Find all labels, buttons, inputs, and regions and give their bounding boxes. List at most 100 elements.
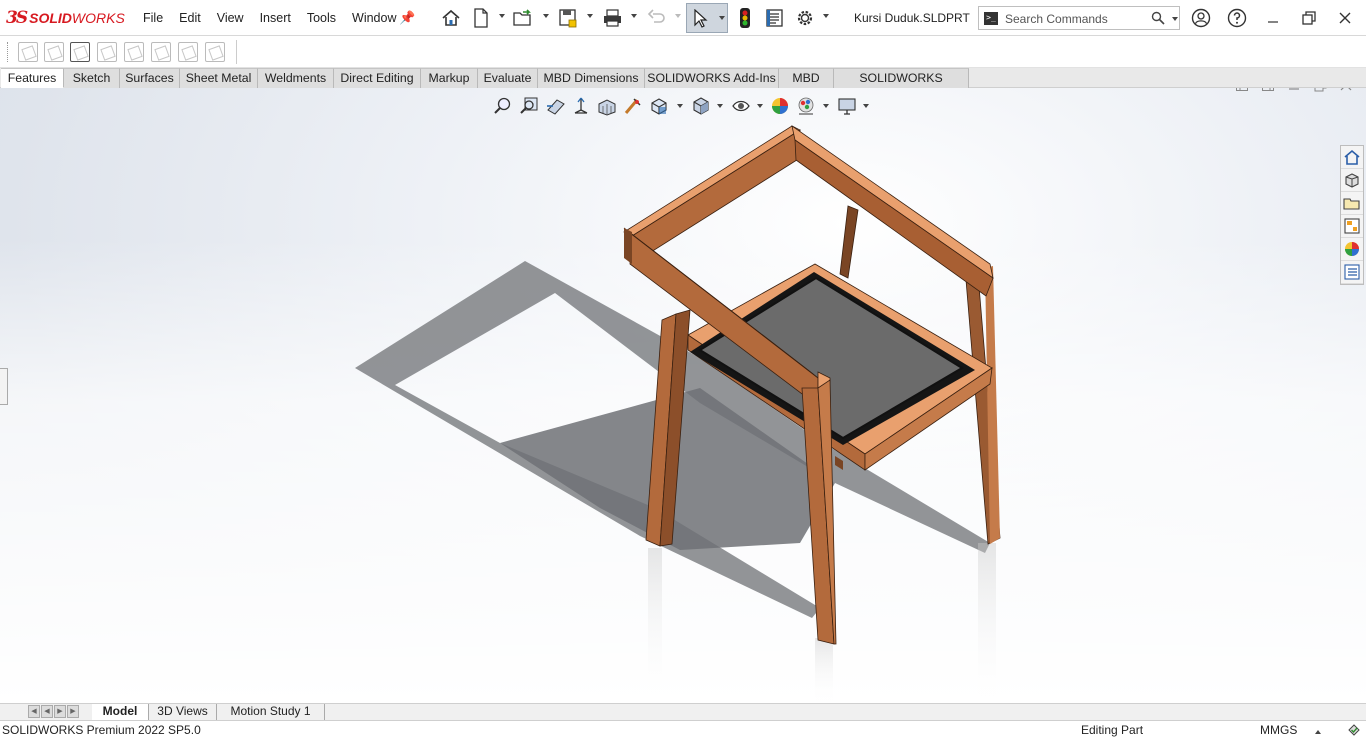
brand-works: WORKS (71, 10, 125, 26)
viewport-close-icon[interactable] (1340, 88, 1352, 94)
display-style-icon[interactable] (691, 96, 711, 116)
options-gear-icon[interactable] (794, 7, 816, 29)
save-dropdown-icon[interactable] (587, 14, 593, 18)
view-orientation-dropdown-icon[interactable] (677, 104, 683, 108)
zoom-to-fit-icon[interactable] (493, 96, 513, 116)
next-tab-icon[interactable]: ▶ (54, 705, 66, 718)
tab-solidworks-visualize[interactable]: SOLIDWORKS Visualize (834, 68, 969, 104)
file-explorer-icon[interactable] (1341, 192, 1363, 215)
section-view-icon[interactable] (571, 96, 591, 116)
balloon-tool-icon[interactable] (44, 42, 64, 62)
home-icon[interactable] (440, 7, 462, 29)
ds-logo-mark: 3S (6, 8, 28, 28)
appearances-scenes-icon[interactable] (1341, 238, 1363, 261)
search-dropdown-icon[interactable] (1172, 17, 1178, 21)
view-orientation-icon[interactable] (649, 96, 669, 116)
weld-symbol-icon[interactable] (97, 42, 117, 62)
new-dropdown-icon[interactable] (499, 14, 505, 18)
user-account-icon[interactable] (1190, 8, 1212, 28)
save-icon[interactable] (557, 7, 579, 29)
scene-dropdown-icon[interactable] (823, 104, 829, 108)
menu-bar: File Edit View Insert Tools Window (135, 11, 405, 25)
view-settings-monitor-icon[interactable] (837, 96, 857, 116)
pin-menu-icon[interactable]: 📌 (399, 10, 415, 26)
zoom-to-area-icon[interactable] (519, 96, 539, 116)
surface-finish-icon[interactable] (151, 42, 171, 62)
minimize-window-icon[interactable] (1262, 8, 1284, 28)
menu-tools[interactable]: Tools (299, 11, 344, 25)
feature-manager-expand-handle[interactable] (0, 368, 8, 405)
tab-motion-study-1[interactable]: Motion Study 1 (217, 704, 325, 720)
previous-tab-icon[interactable]: ◀ (41, 705, 53, 718)
design-library-icon[interactable] (1341, 169, 1363, 192)
hole-callout-icon[interactable] (205, 42, 225, 62)
last-tab-icon[interactable]: ▶ (67, 705, 79, 718)
status-bar-options-icon[interactable] (1346, 722, 1362, 741)
menu-file[interactable]: File (135, 11, 171, 25)
tab-features[interactable]: Features (1, 68, 64, 88)
note-tool-icon[interactable] (18, 42, 38, 62)
tab-surfaces[interactable]: Surfaces (120, 68, 180, 88)
viewport-minimize-icon[interactable] (1288, 88, 1300, 94)
search-icon[interactable] (1151, 11, 1165, 25)
first-tab-icon[interactable]: ◀ (28, 705, 40, 718)
undo-icon[interactable] (646, 7, 668, 29)
viewport-tile-right-icon[interactable] (1262, 88, 1274, 94)
select-button[interactable] (686, 3, 728, 33)
units-dropdown-icon[interactable] (1314, 725, 1322, 739)
tab-markup[interactable]: Markup (421, 68, 478, 88)
open-dropdown-icon[interactable] (543, 14, 549, 18)
tab-solidworks-add-ins[interactable]: SOLIDWORKS Add-Ins (645, 68, 779, 88)
solidworks-resources-home-icon[interactable] (1341, 146, 1363, 169)
tab-direct-editing[interactable]: Direct Editing (334, 68, 421, 88)
status-unit-system[interactable]: MMGS (1260, 723, 1297, 737)
rebuild-traffic-light-icon[interactable] (734, 7, 756, 29)
undo-dropdown-icon[interactable] (675, 14, 681, 18)
tab-evaluate[interactable]: Evaluate (478, 68, 538, 88)
status-product-version: SOLIDWORKS Premium 2022 SP5.0 (2, 723, 201, 737)
chair-3d-model[interactable] (0, 88, 1366, 703)
view-setting-icon[interactable] (623, 96, 643, 116)
tab-sketch[interactable]: Sketch (64, 68, 120, 88)
tab-3d-views[interactable]: 3D Views (149, 704, 217, 720)
menu-window[interactable]: Window (344, 11, 404, 25)
custom-properties-icon[interactable] (1341, 261, 1363, 284)
view-palette-icon[interactable] (1341, 215, 1363, 238)
apply-scene-icon[interactable] (796, 96, 816, 116)
open-document-icon[interactable] (512, 7, 534, 29)
datum-feature-icon[interactable] (124, 42, 144, 62)
hide-show-items-icon[interactable] (731, 96, 751, 116)
solidworks-logo[interactable]: 3S SOLIDWORKS (6, 7, 125, 29)
viewport-restore-icon[interactable] (1314, 88, 1327, 95)
edit-appearance-icon[interactable] (770, 96, 790, 116)
menu-insert[interactable]: Insert (252, 11, 299, 25)
display-style-dropdown-icon[interactable] (717, 104, 723, 108)
hide-show-dropdown-icon[interactable] (757, 104, 763, 108)
model-tabs-bar: ◀ ◀ ▶ ▶ Model 3D Views Motion Study 1 (0, 703, 1366, 720)
geometric-tolerance-icon[interactable] (178, 42, 198, 62)
toolbar-grip[interactable] (7, 42, 9, 62)
search-commands-box[interactable]: >_ Search Commands (978, 6, 1180, 30)
smart-dimension-icon[interactable] (70, 42, 90, 62)
file-properties-icon[interactable] (764, 7, 786, 29)
tab-sheet-metal[interactable]: Sheet Metal (180, 68, 258, 88)
previous-view-icon[interactable] (545, 96, 567, 116)
viewport-tile-left-icon[interactable] (1236, 88, 1248, 94)
menu-view[interactable]: View (209, 11, 252, 25)
tab-mbd-dimensions[interactable]: MBD Dimensions (538, 68, 645, 88)
tab-model[interactable]: Model (92, 704, 149, 720)
options-dropdown-icon[interactable] (823, 14, 829, 18)
menu-edit[interactable]: Edit (171, 11, 209, 25)
restore-window-icon[interactable] (1298, 8, 1320, 28)
dynamic-annotation-views-icon[interactable] (597, 96, 617, 116)
view-settings-dropdown-icon[interactable] (863, 104, 869, 108)
tab-weldments[interactable]: Weldments (258, 68, 334, 88)
close-window-icon[interactable] (1334, 8, 1356, 28)
task-pane (1340, 145, 1364, 285)
new-document-icon[interactable] (470, 7, 492, 29)
graphics-area[interactable] (0, 88, 1366, 703)
print-icon[interactable] (602, 7, 624, 29)
tab-mbd[interactable]: MBD (779, 68, 834, 88)
help-icon[interactable] (1226, 8, 1248, 28)
print-dropdown-icon[interactable] (631, 14, 637, 18)
